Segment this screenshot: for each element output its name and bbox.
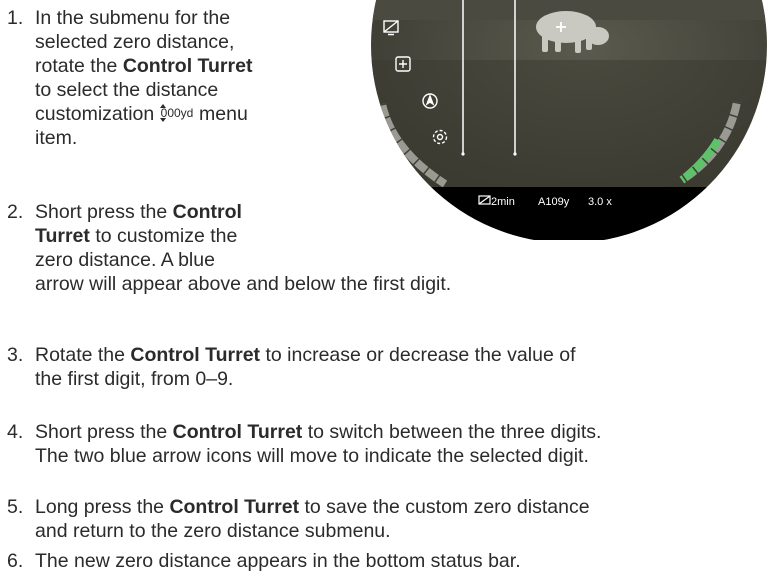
step-line: arrow will appear above and below the fi… <box>35 272 451 296</box>
step-text: Rotate the Control Turret to increase or… <box>35 343 575 391</box>
step-number: 4. <box>7 421 24 443</box>
step-line: The new zero distance appears in the bot… <box>35 549 521 573</box>
step-line: the first digit, from 0–9. <box>35 367 575 391</box>
step-line: Rotate the Control Turret to increase or… <box>35 343 575 367</box>
step-line: selected zero distance, <box>35 30 252 54</box>
text-run: to increase or decrease the value of <box>260 344 576 366</box>
status-timer: 2min <box>491 196 515 208</box>
step-text: Short press the Control Turret to customi… <box>35 200 451 296</box>
bold-term: Turret <box>35 225 90 247</box>
bold-term: Control Turret <box>130 344 261 366</box>
text-run: to save the custom zero distance <box>299 496 590 518</box>
bold-term: Control Turret <box>122 55 253 77</box>
step-line: rotate the Control Turret <box>35 54 252 78</box>
text-run: zero distance. A blue <box>35 249 215 271</box>
text-run: item. <box>35 127 78 149</box>
step-line: item. <box>35 126 252 150</box>
step-text: Long press the Control Turret to save th… <box>35 495 590 543</box>
text-run: customization <box>35 103 160 125</box>
text-run: selected zero distance, <box>35 31 235 53</box>
step-text: Short press the Control Turret to switch… <box>35 420 601 468</box>
step-line: Short press the Control <box>35 200 451 224</box>
status-zoom: 3.0 x <box>588 196 612 208</box>
text-run: The new zero distance appears in the bot… <box>35 550 521 572</box>
status-zero-distance: A109y <box>538 196 570 208</box>
step-number: 1. <box>7 7 24 29</box>
step-line: Turret to customize the <box>35 224 451 248</box>
bold-term: Control Turret <box>169 496 300 518</box>
step-line: Short press the Control Turret to switch… <box>35 420 601 444</box>
text-run: the first digit, from 0–9. <box>35 368 234 390</box>
step-line: Long press the Control Turret to save th… <box>35 495 590 519</box>
text-run: to select the distance <box>35 79 219 101</box>
step-line: customization 000yd menu <box>35 102 252 126</box>
step-line: zero distance. A blue <box>35 248 451 272</box>
step-number: 5. <box>7 496 24 518</box>
step-number: 2. <box>7 201 24 223</box>
step-line: In the submenu for the <box>35 6 252 30</box>
text-run: Short press the <box>35 421 173 443</box>
text-run: rotate the <box>35 55 123 77</box>
bold-term: Control <box>172 201 242 223</box>
step-line: The two blue arrow icons will move to in… <box>35 444 601 468</box>
step-line: and return to the zero distance submenu. <box>35 519 590 543</box>
text-run: to customize the <box>89 225 238 247</box>
step-number: 3. <box>7 344 24 366</box>
text-run: menu <box>193 103 248 125</box>
text-run: Rotate the <box>35 344 131 366</box>
text-run: arrow will appear above and below the fi… <box>35 273 452 295</box>
text-run: Short press the <box>35 201 173 223</box>
text-run: and return to the zero distance submenu. <box>35 520 391 542</box>
text-run: The two blue arrow icons will move to in… <box>35 445 589 467</box>
text-run: to switch between the three digits. <box>302 421 602 443</box>
text-run: In the submenu for the <box>35 7 231 29</box>
zero-distance-icon: 000yd <box>159 104 194 122</box>
text-run: Long press the <box>35 496 170 518</box>
step-text: The new zero distance appears in the bot… <box>35 549 521 573</box>
bold-term: Control Turret <box>172 421 303 443</box>
step-line: to select the distance <box>35 78 252 102</box>
step-text: In the submenu for the selected zero dist… <box>35 6 252 150</box>
step-number: 6. <box>7 550 24 572</box>
